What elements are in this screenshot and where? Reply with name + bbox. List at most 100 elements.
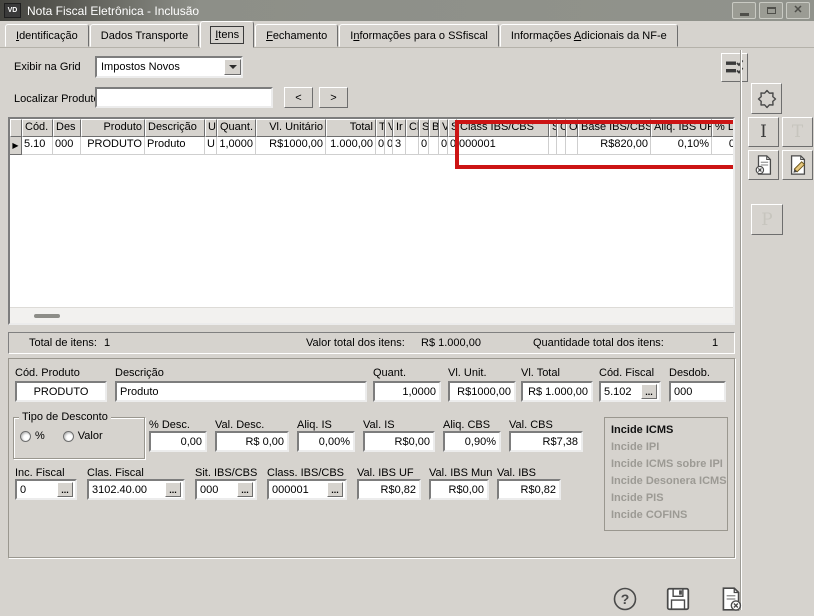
grid-col-header-s[interactable]: S: [419, 119, 429, 137]
field-class-ibs-cbs-browse-button[interactable]: ...: [327, 482, 343, 497]
checklist-button[interactable]: [721, 53, 748, 82]
tab-identificacao[interactable]: Identificação: [5, 24, 89, 47]
grid-col-header-s[interactable]: S: [549, 119, 557, 137]
field-class-ibs-cbs-value: 000001: [272, 484, 309, 496]
grid-col-header-cl[interactable]: Cl: [406, 119, 419, 137]
grid-col-header-c[interactable]: C: [557, 119, 566, 137]
field-val-cbs-input[interactable]: R$7,38: [509, 431, 583, 452]
field-desdob-input[interactable]: 000: [669, 381, 726, 402]
grid-cell-descricao[interactable]: Produto: [145, 137, 205, 155]
italic-button[interactable]: I: [748, 117, 779, 147]
field-val-ibs-mun-input[interactable]: R$0,00: [429, 479, 489, 500]
grid-col-header-quant[interactable]: Quant.: [217, 119, 256, 137]
field-clas-fiscal-browse-button[interactable]: ...: [165, 482, 181, 497]
grid-cell-total[interactable]: 1.000,00: [326, 137, 376, 155]
grid-cell-dif-ib[interactable]: 0: [712, 137, 735, 155]
grid-cell-t[interactable]: 0: [376, 137, 385, 155]
grid-col-header-s[interactable]: S: [448, 119, 457, 137]
grid-cell-v[interactable]: 0: [385, 137, 393, 155]
grid-col-header-des[interactable]: Des: [53, 119, 81, 137]
discard-button[interactable]: [715, 584, 747, 614]
minimize-button[interactable]: [732, 2, 756, 19]
grid-view-combobox[interactable]: Impostos Novos: [95, 56, 243, 78]
items-grid[interactable]: Cód.DesProdutoDescriçãoUQuant.Vl. Unitár…: [8, 117, 735, 325]
field-cod-fiscal-input[interactable]: 5.102...: [599, 381, 661, 402]
grid-col-header-t[interactable]: T: [376, 119, 385, 137]
grid-cell-o[interactable]: [566, 137, 578, 155]
grid-col-header-vl-unitario[interactable]: Vl. Unitário: [256, 119, 326, 137]
delete-document-button[interactable]: [748, 150, 779, 180]
grid-cell-des[interactable]: 000: [53, 137, 81, 155]
grid-col-header-o[interactable]: O: [566, 119, 578, 137]
field-sit-ibs-cbs-input[interactable]: 000...: [195, 479, 257, 500]
grid-cell-s[interactable]: 0: [419, 137, 429, 155]
grid-col-header-u[interactable]: U: [205, 119, 217, 137]
grid-cell-vl-unitario[interactable]: R$1000,00: [256, 137, 326, 155]
combobox-dropdown-button[interactable]: [224, 59, 241, 75]
grid-cell-s[interactable]: [549, 137, 557, 155]
field-aliq-is-input[interactable]: 0,00%: [297, 431, 355, 452]
grid-cell-cod[interactable]: 5.10: [22, 137, 53, 155]
grid-data-row[interactable]: ▶5.10000PRODUTOProdutoU1,0000R$1000,001.…: [10, 137, 733, 155]
next-item-button[interactable]: >: [319, 87, 348, 108]
edit-document-button[interactable]: [782, 150, 813, 180]
maximize-button[interactable]: [759, 2, 783, 19]
tab-itens[interactable]: Itens: [200, 21, 254, 48]
grid-col-header-b[interactable]: B: [429, 119, 439, 137]
grid-cell-v[interactable]: 0: [439, 137, 448, 155]
grid-cell-c[interactable]: [557, 137, 566, 155]
field-cod-fiscal-browse-button[interactable]: ...: [641, 384, 657, 399]
scrollbar-thumb[interactable]: [34, 314, 60, 318]
field-sit-ibs-cbs-browse-button[interactable]: ...: [237, 482, 253, 497]
grid-col-header-dif-ib[interactable]: % Dif. IB: [712, 119, 735, 137]
grid-cell-quant[interactable]: 1,0000: [217, 137, 256, 155]
grid-cell-b[interactable]: [429, 137, 439, 155]
close-button[interactable]: ✕: [786, 2, 810, 19]
field-vl-total-input[interactable]: R$ 1.000,00: [521, 381, 593, 402]
field-pct-desc-input[interactable]: 0,00: [149, 431, 207, 452]
field-val-ibs-input[interactable]: R$0,82: [497, 479, 561, 500]
grid-col-header-base-ibs-cbs[interactable]: Base IBS/CBS: [578, 119, 651, 137]
grid-cell-base-ibs-cbs[interactable]: R$820,00: [578, 137, 651, 155]
grid-cell-ir[interactable]: 3: [393, 137, 406, 155]
grid-col-header-aliq-ibs-uf[interactable]: Aliq. IBS UF: [651, 119, 712, 137]
field-vl-unit-input[interactable]: R$1000,00: [448, 381, 516, 402]
field-val-ibs-uf-input[interactable]: R$0,82: [357, 479, 421, 500]
tab-dados-transporte[interactable]: Dados Transporte: [90, 24, 199, 47]
grid-cell-class-ibs-cbs[interactable]: 000001: [457, 137, 549, 155]
help-button[interactable]: ?: [609, 584, 641, 614]
tab-informacoes-adicionais-da-nf-e[interactable]: Informações Adicionais da NF-e: [500, 24, 678, 47]
field-quant-input[interactable]: 1,0000: [373, 381, 441, 402]
grid-col-header-produto[interactable]: Produto: [81, 119, 145, 137]
tab-fechamento[interactable]: Fechamento: [255, 24, 338, 47]
radio-valor[interactable]: Valor: [63, 430, 103, 442]
save-button[interactable]: [662, 584, 694, 614]
seal-button[interactable]: [751, 83, 782, 114]
grid-col-header-ir[interactable]: Ir: [393, 119, 406, 137]
field-val-desc-input[interactable]: R$ 0,00: [215, 431, 289, 452]
field-aliq-cbs-input[interactable]: 0,90%: [443, 431, 501, 452]
radio-col[interactable]: %: [20, 430, 45, 442]
field-descricao-input[interactable]: Produto: [115, 381, 367, 402]
grid-col-header-cod[interactable]: Cód.: [22, 119, 53, 137]
grid-col-header-descricao[interactable]: Descrição: [145, 119, 205, 137]
grid-cell-cl[interactable]: [406, 137, 419, 155]
grid-cell-s[interactable]: 0: [448, 137, 457, 155]
field-class-ibs-cbs-input[interactable]: 000001...: [267, 479, 347, 500]
grid-col-header-total[interactable]: Total: [326, 119, 376, 137]
field-inc-fiscal-input[interactable]: 0...: [15, 479, 77, 500]
grid-col-header-class-ibs-cbs[interactable]: Class IBS/CBS: [457, 119, 549, 137]
localizar-produto-input[interactable]: [95, 87, 273, 108]
field-cod-produto-input[interactable]: PRODUTO: [15, 381, 107, 402]
field-val-is-input[interactable]: R$0,00: [363, 431, 435, 452]
grid-horizontal-scrollbar[interactable]: [10, 307, 733, 323]
grid-col-header-v[interactable]: V: [385, 119, 393, 137]
previous-item-button[interactable]: <: [284, 87, 313, 108]
tab-informacoes-para-o-ssfiscal[interactable]: Informações para o SSfiscal: [339, 24, 499, 47]
field-inc-fiscal-browse-button[interactable]: ...: [57, 482, 73, 497]
field-clas-fiscal-input[interactable]: 3102.40.00...: [87, 479, 185, 500]
grid-cell-produto[interactable]: PRODUTO: [81, 137, 145, 155]
grid-col-header-v[interactable]: V: [439, 119, 448, 137]
grid-cell-u[interactable]: U: [205, 137, 217, 155]
grid-cell-aliq-ibs-uf[interactable]: 0,10%: [651, 137, 712, 155]
